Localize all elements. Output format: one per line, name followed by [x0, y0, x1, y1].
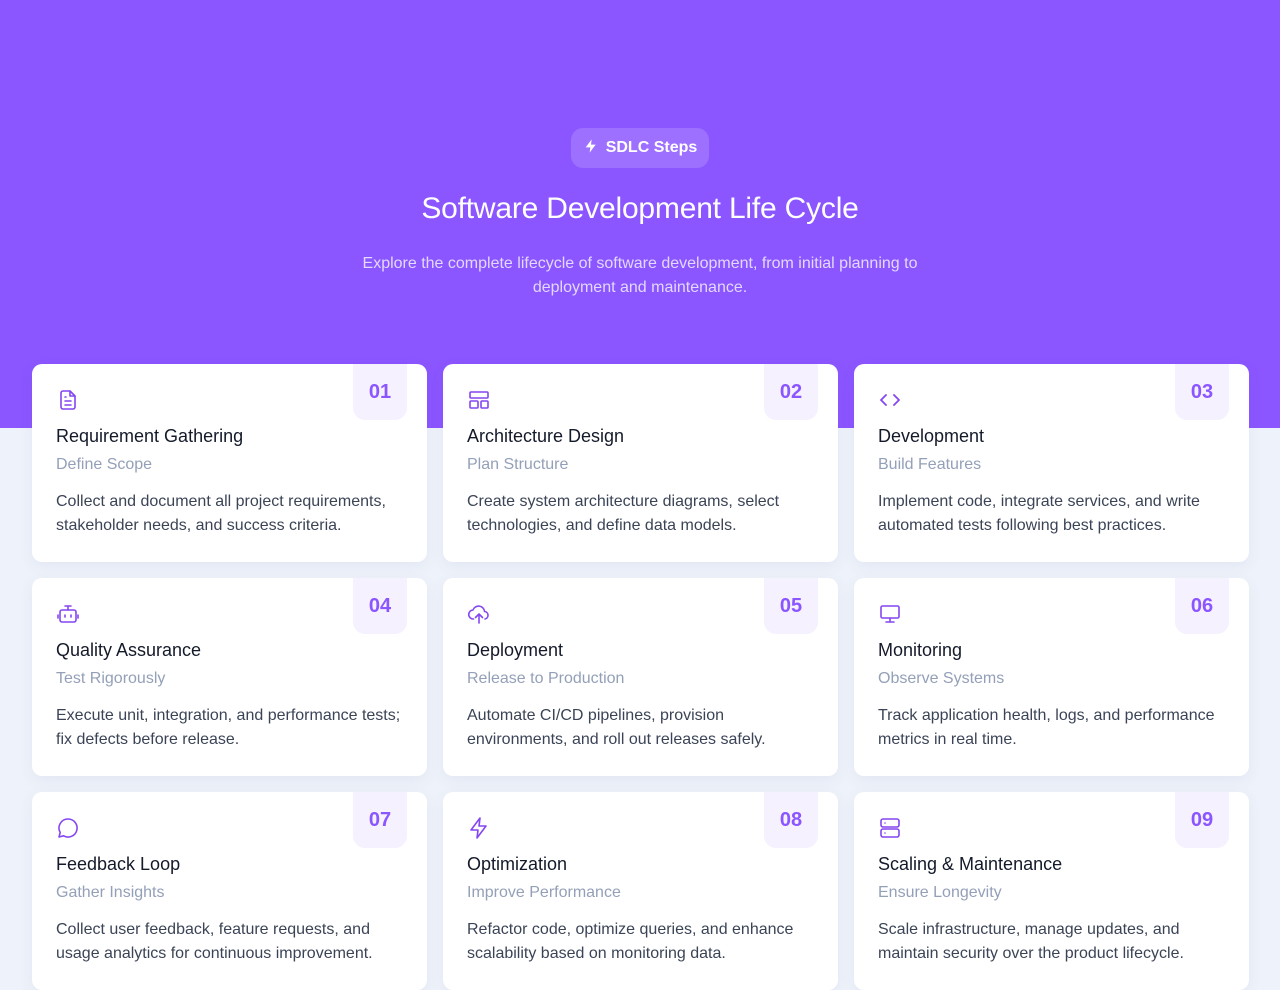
server-icon — [878, 816, 902, 840]
step-description: Collect user feedback, feature requests,… — [56, 921, 373, 962]
step-description: Track application health, logs, and perf… — [878, 707, 1215, 748]
chat-icon — [56, 816, 80, 840]
step-subtitle: Ensure Longevity — [878, 884, 1002, 901]
step-card[interactable]: 01 Requirement Gathering Define Scope Co… — [32, 364, 427, 562]
step-card[interactable]: 03 Development Build Features Implement … — [854, 364, 1249, 562]
step-number: 09 — [1175, 792, 1229, 848]
step-number: 05 — [764, 578, 818, 634]
monitor-icon — [878, 602, 902, 626]
step-number: 08 — [764, 792, 818, 848]
step-number: 07 — [353, 792, 407, 848]
page-title: Software Development Life Cycle — [421, 192, 859, 225]
step-number: 04 — [353, 578, 407, 634]
step-card[interactable]: 07 Feedback Loop Gather Insights Collect… — [32, 792, 427, 990]
step-card[interactable]: 02 Architecture Design Plan Structure Cr… — [443, 364, 838, 562]
step-description: Implement code, integrate services, and … — [878, 493, 1200, 534]
sdlc-steps-badge: SDLC Steps — [571, 128, 709, 168]
step-description: Create system architecture diagrams, sel… — [467, 493, 780, 534]
step-title: Monitoring — [878, 640, 963, 660]
step-card[interactable]: 06 Monitoring Observe Systems Track appl… — [854, 578, 1249, 776]
bot-icon — [56, 602, 80, 626]
step-card[interactable]: 08 Optimization Improve Performance Refa… — [443, 792, 838, 990]
cloud-upload-icon — [467, 602, 491, 626]
step-subtitle: Define Scope — [56, 456, 153, 473]
step-description: Refactor code, optimize queries, and enh… — [467, 921, 794, 962]
step-title: Optimization — [467, 854, 568, 874]
step-description: Scale infrastructure, manage updates, an… — [878, 921, 1184, 962]
step-title: Quality Assurance — [56, 640, 202, 660]
step-title: Deployment — [467, 640, 564, 660]
step-subtitle: Gather Insights — [56, 884, 165, 901]
step-title: Development — [878, 426, 985, 446]
step-description: Collect and document all project require… — [56, 493, 386, 534]
step-subtitle: Observe Systems — [878, 670, 1005, 687]
bolt-icon — [583, 138, 599, 159]
step-subtitle: Plan Structure — [467, 456, 569, 473]
step-card[interactable]: 04 Quality Assurance Test Rigorously Exe… — [32, 578, 427, 776]
step-card[interactable]: 09 Scaling & Maintenance Ensure Longevit… — [854, 792, 1249, 990]
layout-icon — [467, 388, 491, 412]
step-subtitle: Build Features — [878, 456, 982, 473]
code-icon — [878, 388, 902, 412]
step-title: Requirement Gathering — [56, 426, 244, 446]
step-number: 03 — [1175, 364, 1229, 420]
step-subtitle: Improve Performance — [467, 884, 621, 901]
steps-grid: 01 Requirement Gathering Define Scope Co… — [32, 364, 1249, 990]
step-title: Architecture Design — [467, 426, 625, 446]
step-subtitle: Test Rigorously — [56, 670, 166, 687]
step-description: Execute unit, integration, and performan… — [56, 707, 401, 748]
step-number: 06 — [1175, 578, 1229, 634]
step-subtitle: Release to Production — [467, 670, 625, 687]
step-description: Automate CI/CD pipelines, provision envi… — [467, 707, 766, 748]
step-card[interactable]: 05 Deployment Release to Production Auto… — [443, 578, 838, 776]
step-title: Scaling & Maintenance — [878, 854, 1063, 874]
document-icon — [56, 388, 80, 412]
page-subtitle: Explore the complete lifecycle of softwa… — [362, 255, 918, 296]
step-number: 02 — [764, 364, 818, 420]
step-number: 01 — [353, 364, 407, 420]
badge-label: SDLC Steps — [605, 139, 698, 156]
step-title: Feedback Loop — [56, 854, 181, 874]
bolt-icon — [467, 816, 491, 840]
